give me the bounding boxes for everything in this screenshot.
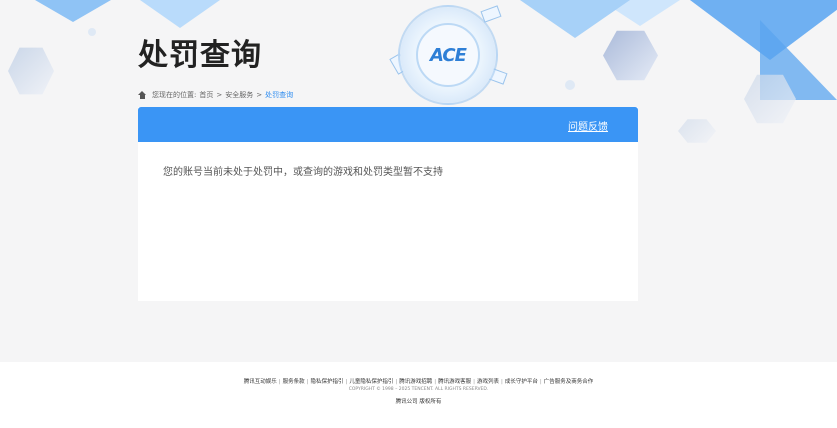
footer-separator: | <box>306 379 309 385</box>
footer-link[interactable]: 隐私保护指引 <box>310 379 343 385</box>
decor-triangle <box>520 0 630 38</box>
decor-triangle <box>690 0 837 60</box>
breadcrumb-home-link[interactable]: 首页 <box>199 90 213 100</box>
decor-dot <box>565 80 575 90</box>
footer: 腾讯互动娱乐 | 服务条款 | 隐私保护指引 | 儿童隐私保护指引 | 腾讯游戏招聘 | 腾讯游戏客… <box>0 362 837 428</box>
result-message: 您的账号当前未处于处罚中，或查询的游戏和处罚类型暂不支持 <box>163 167 443 178</box>
footer-link[interactable]: 游戏列表 <box>477 379 499 385</box>
footer-copyright: COPYRIGHT © 1998 – 2025 TENCENT. ALL RIG… <box>348 387 489 392</box>
decor-dot <box>88 28 96 36</box>
footer-separator: | <box>501 379 503 385</box>
decor-card-icon <box>389 53 409 75</box>
footer-separator: | <box>345 379 348 385</box>
home-icon <box>138 91 147 99</box>
ace-logo-emblem: ACE <box>398 5 498 105</box>
footer-separator: | <box>278 379 281 385</box>
footer-separator: | <box>539 379 542 385</box>
ace-logo-text: ACE <box>430 44 467 66</box>
footer-company: 腾讯公司 版权所有 <box>395 399 442 405</box>
decor-triangle <box>600 0 680 26</box>
footer-link[interactable]: 服务条款 <box>283 379 305 385</box>
breadcrumb-security-link[interactable]: 安全服务 <box>225 90 253 100</box>
footer-link[interactable]: 腾讯游戏客服 <box>438 379 471 385</box>
decor-character-hexagon <box>8 47 54 95</box>
ace-logo-inner: ACE <box>416 23 480 87</box>
footer-separator: | <box>473 379 475 385</box>
breadcrumb-separator: > <box>216 91 223 99</box>
breadcrumb-separator: > <box>256 91 263 99</box>
decor-character-hexagon <box>678 119 716 143</box>
decor-triangle <box>760 20 837 100</box>
breadcrumb-prefix: 您现在的位置: <box>152 91 197 99</box>
footer-separator: | <box>434 379 437 385</box>
footer-link[interactable]: 儿童隐私保护指引 <box>349 379 393 385</box>
decor-card-icon <box>486 67 508 85</box>
decor-character-hexagon <box>744 74 796 124</box>
decor-card-icon <box>480 5 502 23</box>
breadcrumb: 您现在的位置: 首页 > 安全服务 > 处罚查询 <box>138 90 293 100</box>
footer-link[interactable]: 腾讯互动娱乐 <box>244 379 277 385</box>
breadcrumb-current: 处罚查询 <box>265 91 294 99</box>
page-title: 处罚查询 <box>138 38 262 73</box>
decor-triangle <box>140 0 220 28</box>
result-panel: 问题反馈 您的账号当前未处于处罚中，或查询的游戏和处罚类型暂不支持 <box>138 107 638 301</box>
decor-character-hexagon <box>603 30 658 81</box>
decor-triangle <box>35 0 111 22</box>
footer-link[interactable]: 广告服务及商务合作 <box>544 379 594 385</box>
footer-separator: | <box>395 379 398 385</box>
feedback-link[interactable]: 问题反馈 <box>568 118 608 133</box>
footer-link[interactable]: 腾讯游戏招聘 <box>399 379 432 385</box>
result-panel-header: 问题反馈 <box>138 107 638 142</box>
footer-link[interactable]: 成长守护平台 <box>505 379 538 385</box>
footer-links: 腾讯互动娱乐 | 服务条款 | 隐私保护指引 | 儿童隐私保护指引 | 腾讯游戏招聘 | 腾讯游戏客… <box>0 377 837 385</box>
